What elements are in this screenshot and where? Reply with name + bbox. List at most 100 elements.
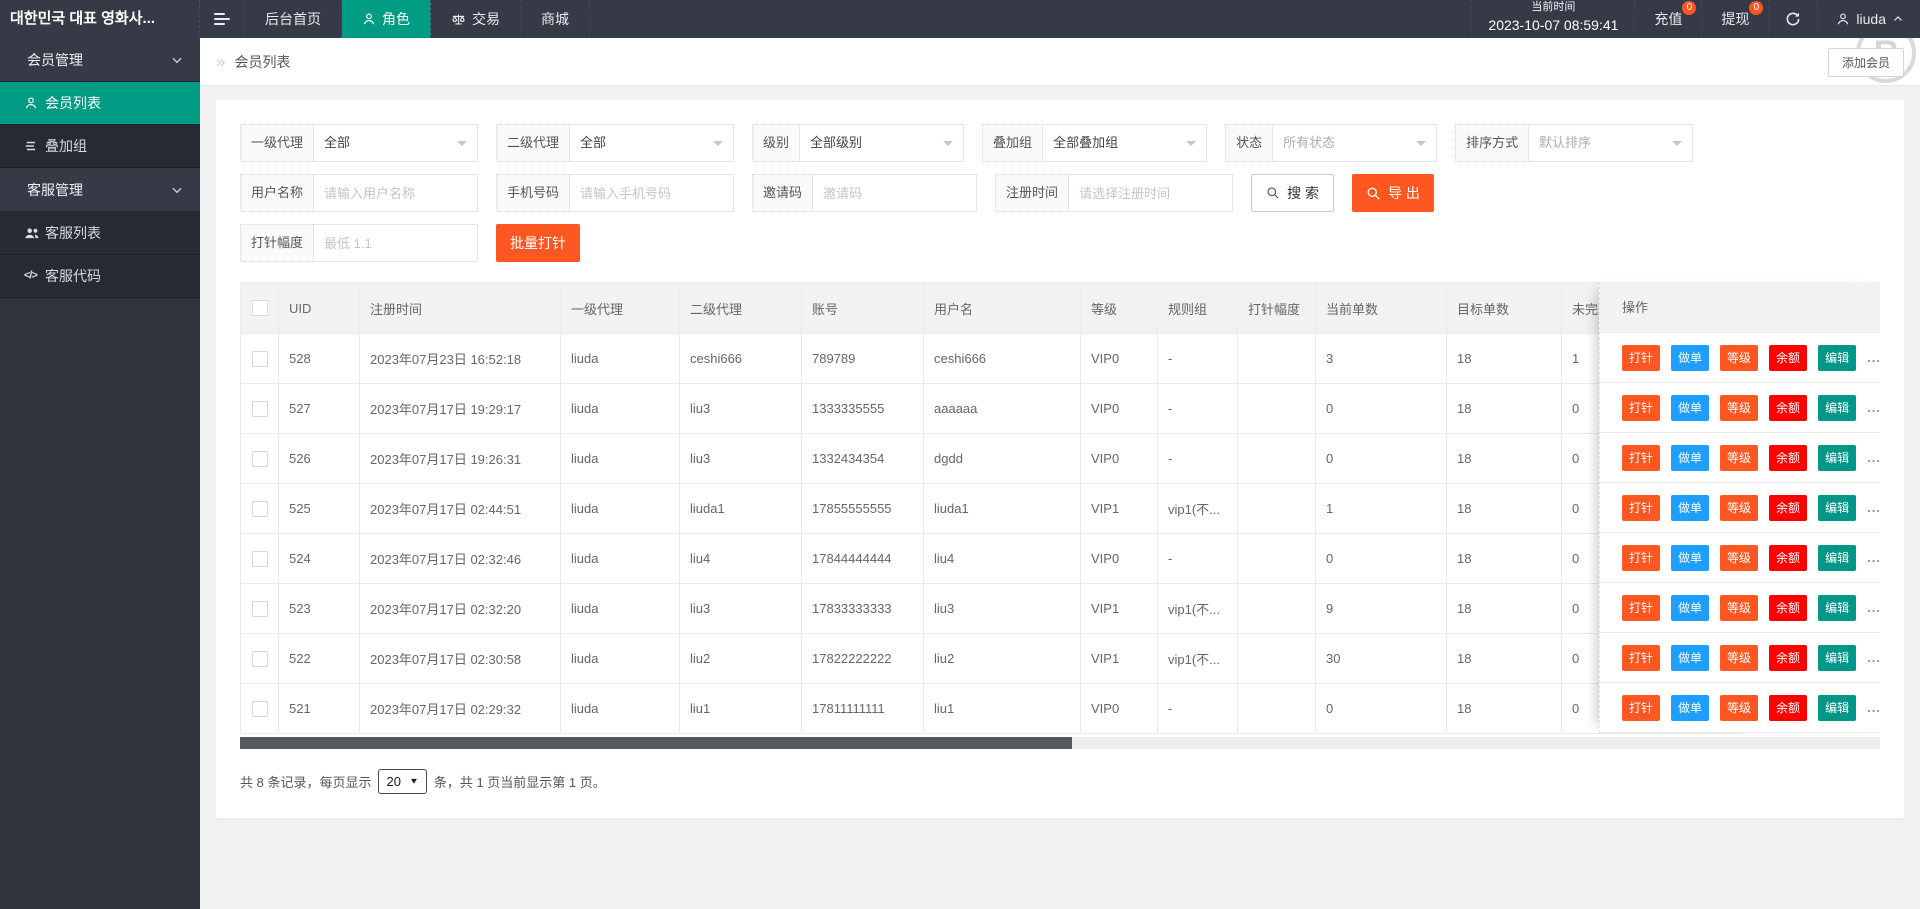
row-checkbox[interactable] <box>252 701 268 717</box>
balance-button[interactable]: 余额 <box>1769 345 1807 371</box>
balance-button[interactable]: 余额 <box>1769 595 1807 621</box>
sidebar-item-support-code[interactable]: </> 客服代码 <box>0 255 200 298</box>
more-actions-button[interactable]: ... <box>1867 650 1881 665</box>
level-button[interactable]: 等级 <box>1720 595 1758 621</box>
filter-status: 状态 所有状态 <box>1225 124 1437 162</box>
user-menu[interactable]: liuda <box>1817 0 1920 38</box>
nav-roles[interactable]: 角色 <box>342 0 431 38</box>
inject-button[interactable]: 打针 <box>1622 595 1660 621</box>
export-button[interactable]: 导 出 <box>1352 174 1434 212</box>
row-checkbox[interactable] <box>252 551 268 567</box>
cell-uid: 522 <box>279 634 360 684</box>
more-actions-button[interactable]: ... <box>1867 550 1881 565</box>
level-button[interactable]: 等级 <box>1720 545 1758 571</box>
agent2-select[interactable]: 全部 <box>569 124 734 162</box>
inject-button[interactable]: 打针 <box>1622 395 1660 421</box>
select-all-checkbox[interactable] <box>252 300 268 316</box>
make-order-button[interactable]: 做单 <box>1671 595 1709 621</box>
make-order-button[interactable]: 做单 <box>1671 345 1709 371</box>
nav-dashboard[interactable]: 后台首页 <box>245 0 342 38</box>
sidebar-item-support-list[interactable]: 客服列表 <box>0 212 200 255</box>
level-button[interactable]: 等级 <box>1720 695 1758 721</box>
more-actions-button[interactable]: ... <box>1867 500 1881 515</box>
inject-button[interactable]: 打针 <box>1622 495 1660 521</box>
more-actions-button[interactable]: ... <box>1867 450 1881 465</box>
row-checkbox[interactable] <box>252 401 268 417</box>
inject-button[interactable]: 打针 <box>1622 645 1660 671</box>
level-select[interactable]: 全部级别 <box>799 124 964 162</box>
edit-button[interactable]: 编辑 <box>1818 645 1856 671</box>
operations-row: 打针做单等级余额编辑... <box>1600 383 1880 433</box>
chevron-down-icon: ▼ <box>409 777 419 786</box>
level-button[interactable]: 等级 <box>1720 395 1758 421</box>
sidebar-item-member-list[interactable]: 会员列表 <box>0 82 200 125</box>
add-member-button[interactable]: 添加会员 <box>1828 48 1904 77</box>
balance-button[interactable]: 余额 <box>1769 395 1807 421</box>
make-order-button[interactable]: 做单 <box>1671 695 1709 721</box>
row-checkbox[interactable] <box>252 601 268 617</box>
withdraw-button[interactable]: 提现 0 <box>1701 0 1768 38</box>
level-button[interactable]: 等级 <box>1720 345 1758 371</box>
make-order-button[interactable]: 做单 <box>1671 545 1709 571</box>
inject-button[interactable]: 打针 <box>1622 445 1660 471</box>
row-checkbox[interactable] <box>252 351 268 367</box>
reg-time-input[interactable] <box>1069 175 1232 211</box>
column-header-9: 当前单数 <box>1316 283 1447 334</box>
more-actions-button[interactable]: ... <box>1867 350 1881 365</box>
edit-button[interactable]: 编辑 <box>1818 495 1856 521</box>
make-order-button[interactable]: 做单 <box>1671 395 1709 421</box>
batch-inject-button[interactable]: 批量打针 <box>496 224 580 262</box>
nav-trade[interactable]: 交易 <box>431 0 521 38</box>
sidebar-item-stack-group[interactable]: 叠加组 <box>0 125 200 168</box>
status-select[interactable]: 所有状态 <box>1272 124 1437 162</box>
page-size-select[interactable]: 20 ▼ <box>378 769 426 794</box>
row-checkbox[interactable] <box>252 501 268 517</box>
sidebar-group-member-mgmt[interactable]: 会员管理 <box>0 38 200 82</box>
make-order-button[interactable]: 做单 <box>1671 645 1709 671</box>
recharge-button[interactable]: 充值 0 <box>1634 0 1701 38</box>
edit-button[interactable]: 编辑 <box>1818 345 1856 371</box>
balance-button[interactable]: 余额 <box>1769 445 1807 471</box>
make-order-button[interactable]: 做单 <box>1671 495 1709 521</box>
edit-button[interactable]: 编辑 <box>1818 395 1856 421</box>
nav-mall[interactable]: 商城 <box>521 0 590 38</box>
level-button[interactable]: 等级 <box>1720 445 1758 471</box>
scrollbar-thumb[interactable] <box>240 737 1072 749</box>
stack-group-select[interactable]: 全部叠加组 <box>1042 124 1207 162</box>
inject-button[interactable]: 打针 <box>1622 695 1660 721</box>
phone-input[interactable] <box>570 175 733 211</box>
cell-needle_range <box>1238 384 1316 434</box>
more-actions-button[interactable]: ... <box>1867 600 1881 615</box>
balance-button[interactable]: 余额 <box>1769 495 1807 521</box>
level-button[interactable]: 等级 <box>1720 495 1758 521</box>
invite-code-input[interactable] <box>813 175 976 211</box>
edit-button[interactable]: 编辑 <box>1818 545 1856 571</box>
edit-button[interactable]: 编辑 <box>1818 595 1856 621</box>
inject-button[interactable]: 打针 <box>1622 345 1660 371</box>
agent1-select[interactable]: 全部 <box>313 124 478 162</box>
inject-button[interactable]: 打针 <box>1622 545 1660 571</box>
row-checkbox[interactable] <box>252 651 268 667</box>
row-checkbox[interactable] <box>252 451 268 467</box>
balance-button[interactable]: 余额 <box>1769 545 1807 571</box>
search-button[interactable]: 搜 索 <box>1251 174 1334 212</box>
refresh-button[interactable] <box>1768 0 1817 38</box>
cell-account: 17822222222 <box>802 634 924 684</box>
make-order-button[interactable]: 做单 <box>1671 445 1709 471</box>
level-button[interactable]: 等级 <box>1720 645 1758 671</box>
filter-invite-code: 邀请码 <box>752 174 977 212</box>
menu-toggle-button[interactable] <box>200 0 245 38</box>
topbar-right: 当前时间 2023-10-07 08:59:41 充值 0 提现 0 liuda <box>1471 0 1920 38</box>
balance-button[interactable]: 余额 <box>1769 695 1807 721</box>
sort-select[interactable]: 默认排序 <box>1528 124 1693 162</box>
search-icon <box>1266 186 1280 200</box>
more-actions-button[interactable]: ... <box>1867 700 1881 715</box>
needle-range-input[interactable] <box>314 225 477 261</box>
balance-button[interactable]: 余额 <box>1769 645 1807 671</box>
sidebar-group-support-mgmt[interactable]: 客服管理 <box>0 168 200 212</box>
edit-button[interactable]: 编辑 <box>1818 445 1856 471</box>
edit-button[interactable]: 编辑 <box>1818 695 1856 721</box>
username-input[interactable] <box>314 175 477 211</box>
more-actions-button[interactable]: ... <box>1867 400 1881 415</box>
filter-username: 用户名称 <box>240 174 478 212</box>
